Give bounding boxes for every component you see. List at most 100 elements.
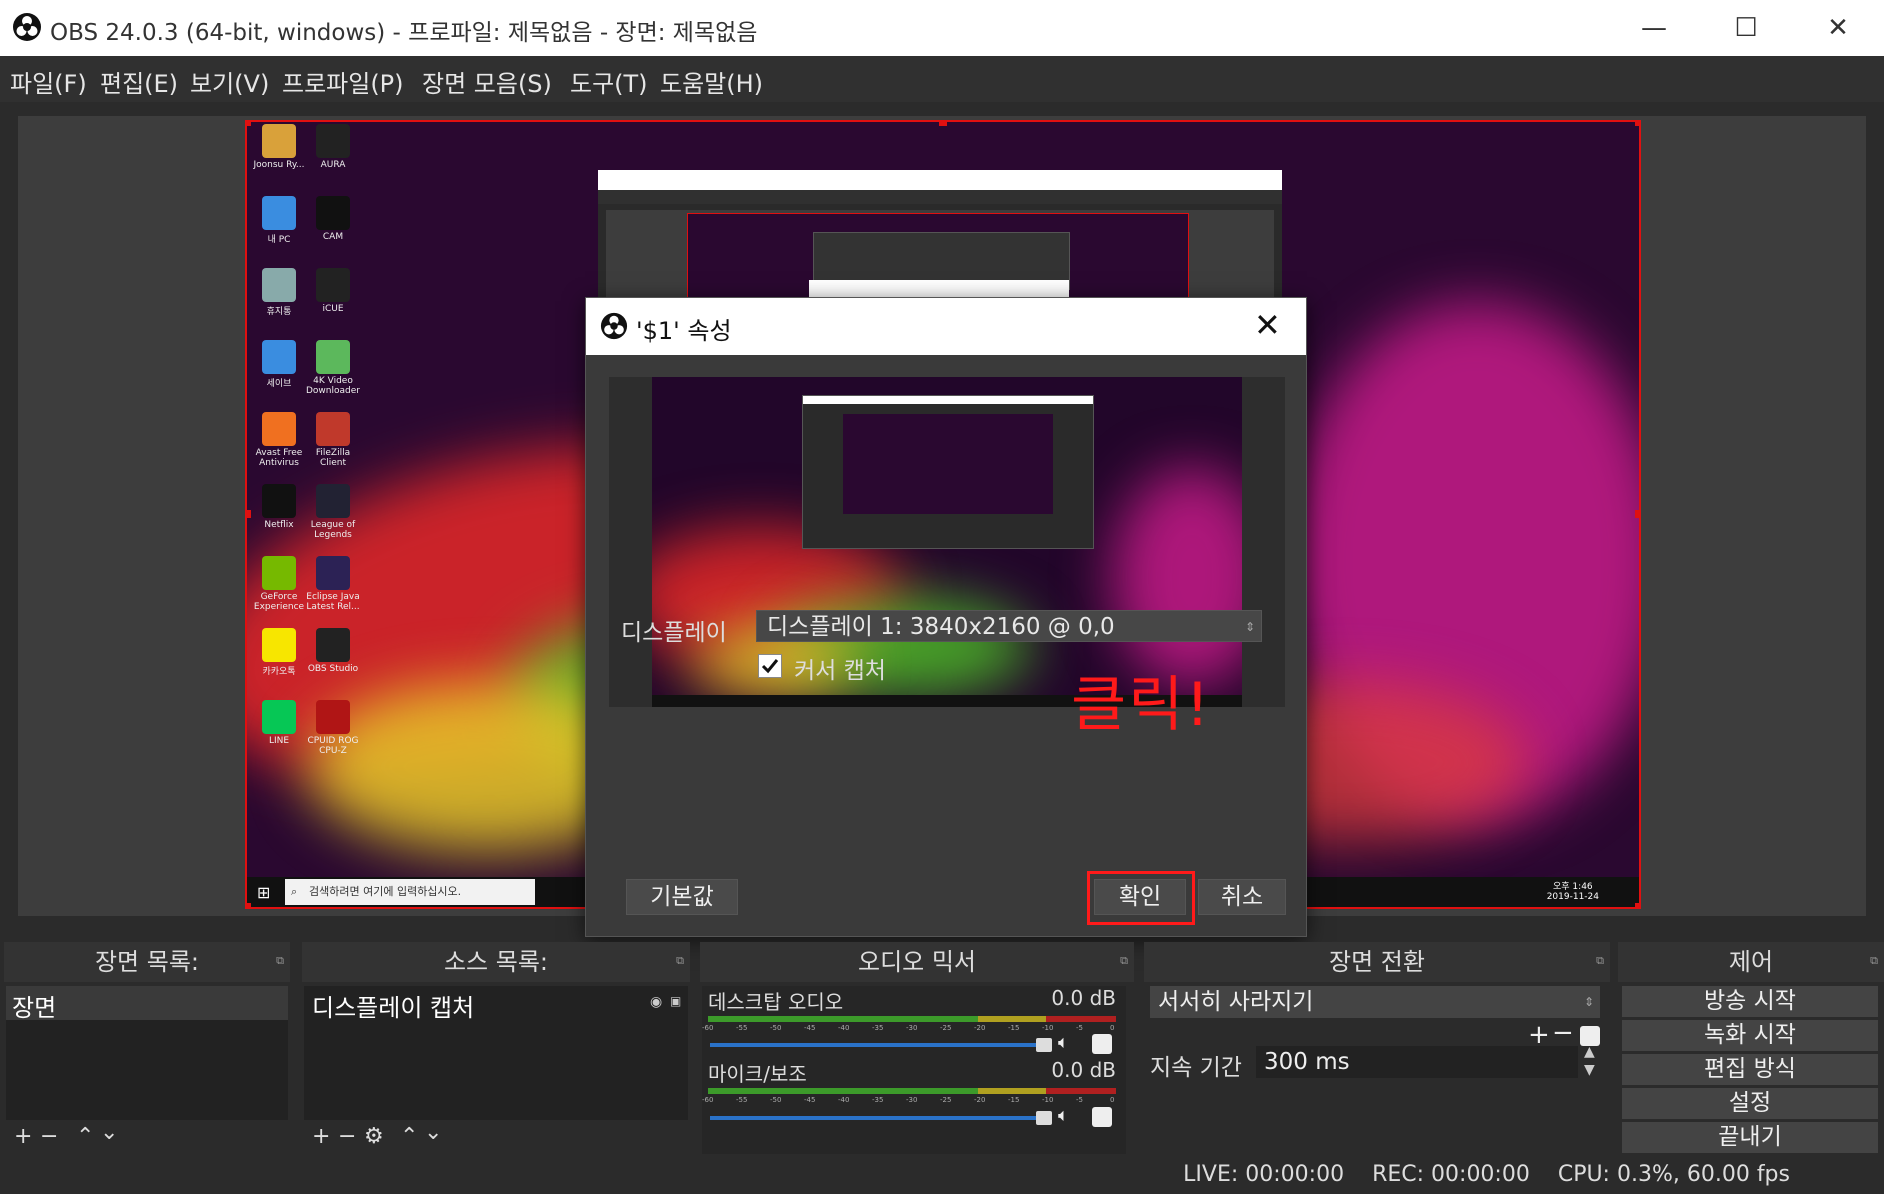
desktop-icon[interactable]: 휴지통 bbox=[249, 268, 309, 317]
menu-profile[interactable]: 프로파일(P) bbox=[282, 64, 404, 99]
desktop-icon-label: OBS Studio bbox=[307, 664, 359, 674]
studio-mode-button[interactable]: 편집 방식 bbox=[1622, 1054, 1878, 1085]
speaker-icon[interactable]: 🔈︎ bbox=[1058, 1032, 1069, 1053]
desktop-icon[interactable]: 세이브 bbox=[249, 340, 309, 389]
undock-icon[interactable]: ⧉ bbox=[1120, 954, 1128, 968]
desktop-icon-label: AURA bbox=[320, 160, 346, 170]
undock-icon[interactable]: ⧉ bbox=[1870, 954, 1878, 968]
menu-file[interactable]: 파일(F) bbox=[10, 64, 87, 99]
desktop-icon[interactable]: CAM bbox=[303, 196, 363, 242]
remove-icon[interactable]: − bbox=[1552, 1018, 1574, 1048]
transition-select[interactable]: 서서히 사라지기 ⇕ bbox=[1150, 986, 1600, 1018]
meter-scale-tick: -50 bbox=[770, 1024, 782, 1032]
settings-button[interactable]: 설정 bbox=[1622, 1088, 1878, 1119]
gear-icon[interactable] bbox=[1580, 1026, 1600, 1046]
duration-value: 300 ms bbox=[1264, 1049, 1350, 1075]
sources-list[interactable]: 디스플레이 캡처 ◉ ▣ bbox=[304, 986, 688, 1120]
spin-down-icon[interactable]: ▼ bbox=[1584, 1062, 1595, 1078]
move-down-icon[interactable]: ⌄ bbox=[100, 1120, 118, 1145]
gear-icon[interactable] bbox=[1092, 1107, 1112, 1127]
desktop-icon[interactable]: League of Legends bbox=[303, 484, 363, 540]
gear-icon[interactable] bbox=[1092, 1034, 1112, 1054]
source-item-label: 디스플레이 캡처 bbox=[312, 994, 475, 1022]
desktop-icon[interactable]: Netflix bbox=[249, 484, 309, 530]
gear-icon[interactable]: ⚙ bbox=[364, 1124, 384, 1149]
undock-icon[interactable]: ⧉ bbox=[676, 954, 684, 968]
desktop-icon[interactable]: OBS Studio bbox=[303, 628, 363, 674]
desktop-icon[interactable]: 4K Video Downloader bbox=[303, 340, 363, 396]
desktop-icon[interactable]: Joonsu Ry... bbox=[249, 124, 309, 170]
menu-scene-collection[interactable]: 장면 모음(S) bbox=[422, 64, 552, 99]
close-button[interactable]: ✕ bbox=[1792, 0, 1884, 56]
desktop-icon[interactable]: FileZilla Client bbox=[303, 412, 363, 468]
desktop-icon[interactable]: Avast Free Antivirus bbox=[249, 412, 309, 468]
menu-help[interactable]: 도움말(H) bbox=[660, 64, 763, 99]
eye-icon[interactable]: ◉ bbox=[650, 994, 662, 1010]
desktop-icon[interactable]: AURA bbox=[303, 124, 363, 170]
undock-icon[interactable]: ⧉ bbox=[1596, 954, 1604, 968]
desktop-icon[interactable]: 내 PC bbox=[249, 196, 309, 245]
dialog-title-bar: '$1' 속성 ✕ bbox=[586, 298, 1306, 355]
desktop-icon[interactable]: CPUID ROG CPU-Z bbox=[303, 700, 363, 756]
desktop-icon[interactable]: 카카오톡 bbox=[249, 628, 309, 677]
desktop-icon-label: GeForce Experience bbox=[253, 592, 305, 612]
spin-up-icon[interactable]: ▲ bbox=[1584, 1044, 1595, 1060]
remove-icon[interactable]: − bbox=[40, 1124, 58, 1149]
menu-tools[interactable]: 도구(T) bbox=[570, 64, 648, 99]
transition-select-value: 서서히 사라지기 bbox=[1158, 989, 1314, 1015]
start-streaming-button[interactable]: 방송 시작 bbox=[1622, 986, 1878, 1017]
channel-name: 데스크탑 오디오 bbox=[708, 990, 844, 1014]
menu-edit[interactable]: 편집(E) bbox=[100, 64, 178, 99]
maximize-button[interactable]: ☐ bbox=[1700, 0, 1792, 56]
cancel-button[interactable]: 취소 bbox=[1198, 879, 1286, 915]
wallpaper-wave bbox=[1112, 467, 1242, 687]
desktop-icon-label: Netflix bbox=[264, 520, 294, 530]
desktop-icon-label: 카카오톡 bbox=[262, 667, 296, 677]
menu-view[interactable]: 보기(V) bbox=[190, 64, 269, 99]
resize-handle[interactable] bbox=[1635, 903, 1639, 907]
lock-icon[interactable]: ▣ bbox=[670, 994, 681, 1008]
properties-dialog: '$1' 속성 ✕ 디스플레이 디스플레이 1: 3840x2160 @ 0,0… bbox=[585, 297, 1307, 937]
resize-handle[interactable] bbox=[1635, 510, 1639, 518]
volume-slider-handle[interactable] bbox=[1036, 1038, 1052, 1052]
display-select[interactable]: 디스플레이 1: 3840x2160 @ 0,0 ⇕ bbox=[756, 610, 1262, 642]
volume-slider-track[interactable] bbox=[710, 1116, 1050, 1120]
scenes-list[interactable]: 장면 bbox=[6, 986, 288, 1120]
cursor-capture-checkbox[interactable] bbox=[758, 654, 782, 678]
desktop-icon[interactable]: iCUE bbox=[303, 268, 363, 314]
defaults-button[interactable]: 기본값 bbox=[626, 879, 738, 915]
audio-mixer-title: 오디오 믹서 bbox=[700, 942, 1134, 982]
move-down-icon[interactable]: ⌄ bbox=[424, 1120, 442, 1145]
captured-title-bar bbox=[598, 170, 1282, 190]
taskbar-search-box[interactable]: ⌕ 검색하려면 여기에 입력하십시오. bbox=[285, 879, 535, 905]
volume-slider-handle[interactable] bbox=[1036, 1111, 1052, 1125]
volume-slider-track[interactable] bbox=[710, 1043, 1050, 1047]
resize-handle[interactable] bbox=[247, 122, 251, 126]
meter-scale-tick: -5 bbox=[1076, 1024, 1083, 1032]
add-icon[interactable]: + bbox=[14, 1124, 32, 1149]
resize-handle[interactable] bbox=[247, 903, 251, 907]
ok-button-highlight bbox=[1087, 871, 1195, 925]
undock-icon[interactable]: ⧉ bbox=[276, 954, 284, 968]
desktop-icon[interactable]: Eclipse Java Latest Rel... bbox=[303, 556, 363, 612]
search-icon: ⌕ bbox=[291, 885, 298, 898]
speaker-icon[interactable]: 🔈︎ bbox=[1058, 1105, 1069, 1126]
close-icon[interactable]: ✕ bbox=[1254, 306, 1281, 344]
move-up-icon[interactable]: ⌃ bbox=[400, 1124, 418, 1149]
resize-handle[interactable] bbox=[1635, 122, 1639, 126]
remove-icon[interactable]: − bbox=[338, 1124, 356, 1149]
resize-handle[interactable] bbox=[247, 510, 251, 518]
resize-handle[interactable] bbox=[939, 122, 947, 126]
desktop-icon[interactable]: LINE bbox=[249, 700, 309, 746]
meter-scale-tick: -30 bbox=[906, 1096, 918, 1104]
exit-button[interactable]: 끝내기 bbox=[1622, 1122, 1878, 1153]
minimize-button[interactable]: — bbox=[1608, 0, 1700, 56]
duration-input[interactable]: 300 ms bbox=[1256, 1046, 1578, 1078]
start-recording-button[interactable]: 녹화 시작 bbox=[1622, 1020, 1878, 1051]
desktop-icon[interactable]: GeForce Experience bbox=[249, 556, 309, 612]
desktop-icon-label: 휴지통 bbox=[266, 307, 292, 317]
move-up-icon[interactable]: ⌃ bbox=[76, 1124, 94, 1149]
volume-meter bbox=[708, 1016, 978, 1022]
meter-scale-tick: -60 bbox=[702, 1024, 714, 1032]
add-icon[interactable]: + bbox=[312, 1124, 330, 1149]
